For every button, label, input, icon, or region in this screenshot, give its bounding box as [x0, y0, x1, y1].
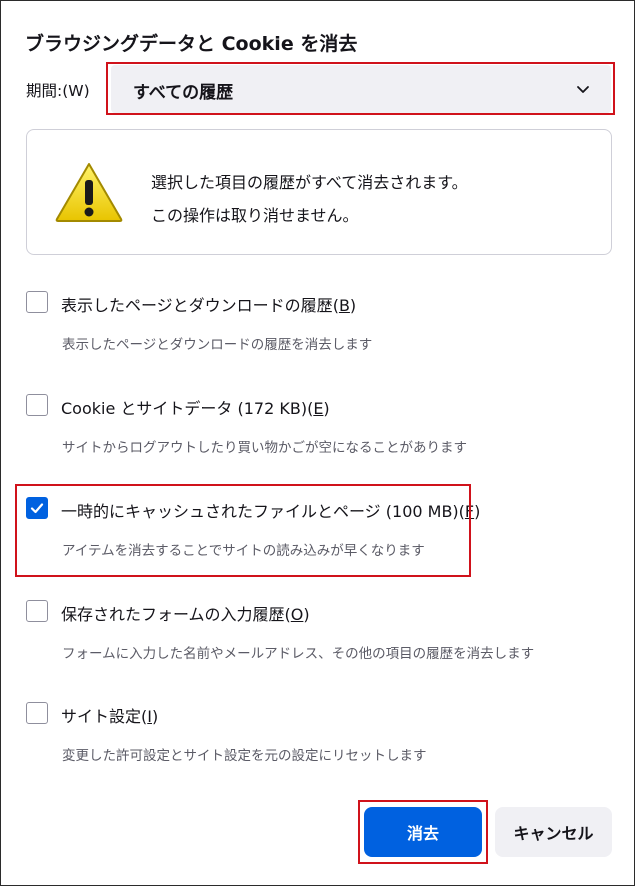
cookies-description: サイトからログアウトしたり買い物かごが空になることがあります [62, 440, 467, 456]
cache-checkbox[interactable] [26, 497, 48, 519]
cookies-checkbox[interactable] [26, 394, 48, 416]
site-settings-checkbox[interactable] [26, 702, 48, 724]
history-checkbox[interactable] [26, 291, 48, 313]
chevron-down-icon [577, 86, 589, 93]
cache-label[interactable]: 一時的にキャッシュされたファイルとページ (100 MB)(F) [61, 498, 480, 522]
warning-text-line2: この操作は取り消せません。 [151, 206, 359, 225]
dialog-title: ブラウジングデータと Cookie を消去 [25, 33, 358, 55]
warning-text-line1: 選択した項目の履歴がすべて消去されます。 [151, 173, 468, 192]
form-history-label[interactable]: 保存されたフォームの入力履歴(O) [61, 601, 310, 625]
history-label[interactable]: 表示したページとダウンロードの履歴(B) [61, 292, 356, 316]
form-history-checkbox[interactable] [26, 600, 48, 622]
clear-button[interactable]: 消去 [364, 807, 482, 857]
form-history-description: フォームに入力した名前やメールアドレス、その他の項目の履歴を消去します [62, 646, 535, 662]
warning-box: 選択した項目の履歴がすべて消去されます。 この操作は取り消せません。 [26, 129, 612, 255]
checkmark-icon [30, 503, 44, 514]
cache-description: アイテムを消去することでサイトの読み込みが早くなります [62, 543, 425, 559]
period-select[interactable]: すべての履歴 [111, 65, 611, 113]
site-settings-label[interactable]: サイト設定(I) [61, 703, 158, 727]
warning-triangle-icon [55, 163, 123, 222]
period-select-value: すべての履歴 [133, 83, 234, 103]
history-description: 表示したページとダウンロードの履歴を消去します [62, 337, 373, 353]
cancel-button[interactable]: キャンセル [495, 807, 612, 857]
period-label: 期間:(W) [26, 82, 90, 100]
clear-data-dialog: ブラウジングデータと Cookie を消去 期間:(W) すべての履歴 選択した… [0, 0, 635, 886]
cookies-label[interactable]: Cookie とサイトデータ (172 KB)(E) [61, 395, 330, 419]
site-settings-description: 変更した許可設定とサイト設定を元の設定にリセットします [62, 748, 427, 764]
